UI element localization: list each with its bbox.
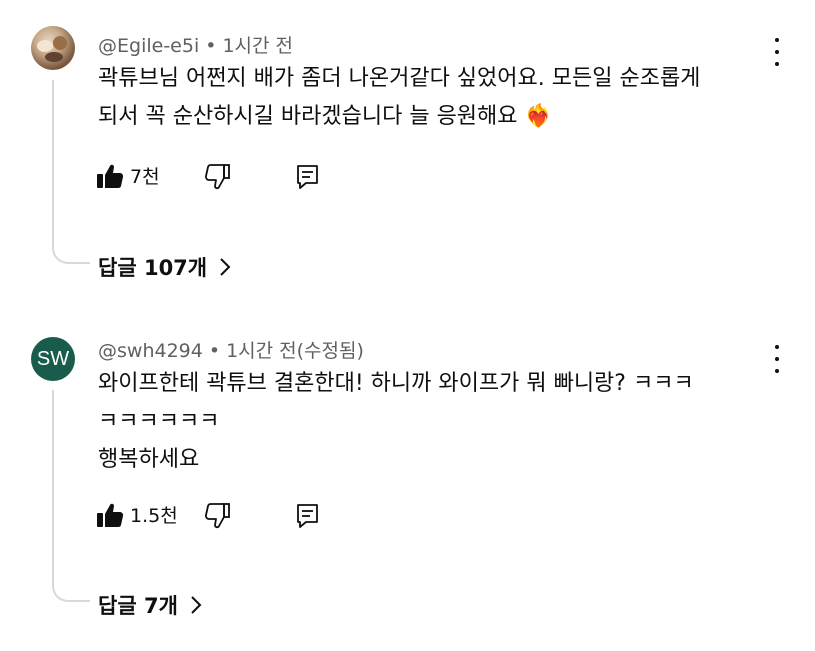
thread-line [52, 80, 90, 264]
view-replies-button[interactable]: 답글 107개 [98, 252, 231, 282]
meta-separator: • [205, 35, 217, 57]
more-vertical-icon[interactable] [770, 345, 784, 373]
timestamp[interactable]: 1시간 전(수정됨) [226, 340, 364, 362]
comment-item: @Egile-e5i • 1시간 전 곽튜브님 어쩐지 배가 좀더 나온거같다 싶었… [0, 0, 815, 300]
comment-text-line: ㅋㅋㅋㅋㅋㅋ [98, 409, 220, 434]
like-count: 7천 [130, 166, 160, 188]
comment-meta: @Egile-e5i • 1시간 전 [98, 31, 293, 58]
thumbs-down-outline-icon [205, 164, 230, 190]
dislike-button[interactable] [203, 503, 231, 533]
comment-actions: 1.5천 [96, 501, 356, 533]
view-replies-button[interactable]: 답글 7개 [98, 590, 202, 620]
chevron-right-icon [191, 596, 202, 614]
author-handle[interactable]: @Egile-e5i [98, 35, 199, 57]
comment-item: SW @swh4294 • 1시간 전(수정됨) 와이프한테 곽튜브 결혼한대! 하… [0, 318, 815, 651]
reply-button[interactable] [296, 164, 320, 194]
comment-text: 와이프한테 곽튜브 결혼한대! 하니까 와이프가 뭐 빠니랑? ㅋㅋㅋ ㅋㅋㅋㅋ… [98, 365, 694, 479]
comment-text-line: 행복하세요 [98, 447, 200, 472]
avatar[interactable]: SW [31, 337, 75, 381]
comment-actions: 7천 [96, 162, 356, 194]
comment-text-line: 곽튜브님 어쩐지 배가 좀더 나온거같다 싶었어요. 모든일 순조롭게 [98, 66, 701, 91]
like-count: 1.5천 [130, 505, 178, 527]
dislike-button[interactable] [203, 164, 231, 194]
thumbs-up-filled-icon [97, 503, 124, 527]
like-button[interactable]: 1.5천 [96, 501, 178, 528]
meta-separator: • [208, 340, 221, 362]
more-vertical-icon[interactable] [770, 38, 784, 66]
comment-text: 곽튜브님 어쩐지 배가 좀더 나온거같다 싶었어요. 모든일 순조롭게 되서 꼭… [98, 60, 700, 136]
chevron-right-icon [220, 258, 231, 276]
like-button[interactable]: 7천 [96, 162, 160, 189]
comment-text-line: 되서 꼭 순산하시길 바라겠습니다 늘 응원해요 ❤️‍🔥 [98, 104, 552, 129]
avatar-initials: SW [36, 347, 70, 370]
thumbs-up-filled-icon [97, 164, 124, 188]
comment-meta: @swh4294 • 1시간 전(수정됨) [98, 336, 364, 363]
comment-reply-icon [297, 504, 318, 528]
comment-reply-icon [297, 165, 318, 189]
thread-line [52, 390, 90, 602]
reply-button[interactable] [296, 503, 320, 533]
timestamp[interactable]: 1시간 전 [222, 35, 293, 57]
replies-label: 답글 7개 [98, 594, 178, 618]
author-handle[interactable]: @swh4294 [98, 340, 203, 362]
replies-label: 답글 107개 [98, 256, 208, 280]
thumbs-down-outline-icon [205, 503, 230, 529]
comment-text-line: 와이프한테 곽튜브 결혼한대! 하니까 와이프가 뭐 빠니랑? ㅋㅋㅋ [98, 371, 694, 396]
avatar[interactable] [31, 26, 75, 70]
